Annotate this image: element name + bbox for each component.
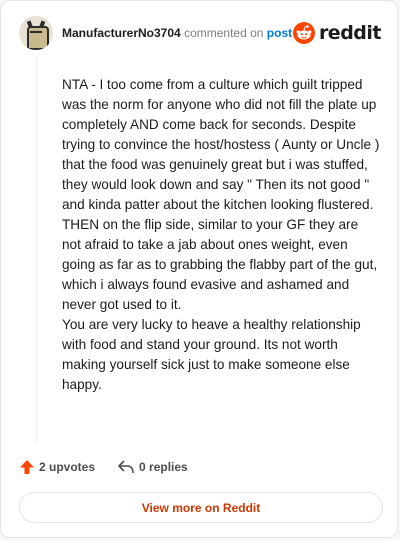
post-link[interactable]: post [267,26,292,40]
user-avatar-icon[interactable] [19,16,53,50]
comment-meta: ManufacturerNo3704 commented on post [62,25,293,41]
comment-paragraph: NTA - I too come from a culture which gu… [62,77,380,312]
reddit-snoo-icon [292,22,315,44]
username-link[interactable]: ManufacturerNo3704 [62,26,181,40]
upvote-button[interactable]: 2 upvotes [19,459,95,475]
reddit-brand[interactable]: reddit [292,22,382,44]
reply-icon [118,460,134,474]
comment-footer: 2 upvotes 0 replies [19,457,188,477]
comment-paragraph: You are very lucky to heave a healthy re… [62,317,361,392]
reply-count: 0 replies [139,460,188,474]
reply-button[interactable]: 0 replies [117,459,188,475]
reddit-wordmark: reddit [318,22,382,44]
upvote-count: 2 upvotes [39,460,96,474]
comment-body: NTA - I too come from a culture which gu… [62,75,380,395]
upvote-arrow-icon [20,460,34,474]
comment-header: ManufacturerNo3704 commented on post red… [19,15,382,51]
view-more-button[interactable]: View more on Reddit [19,492,383,523]
action-text: commented on [184,26,264,40]
comment-embed-card: ManufacturerNo3704 commented on post red… [0,0,398,538]
thread-line [36,57,37,443]
